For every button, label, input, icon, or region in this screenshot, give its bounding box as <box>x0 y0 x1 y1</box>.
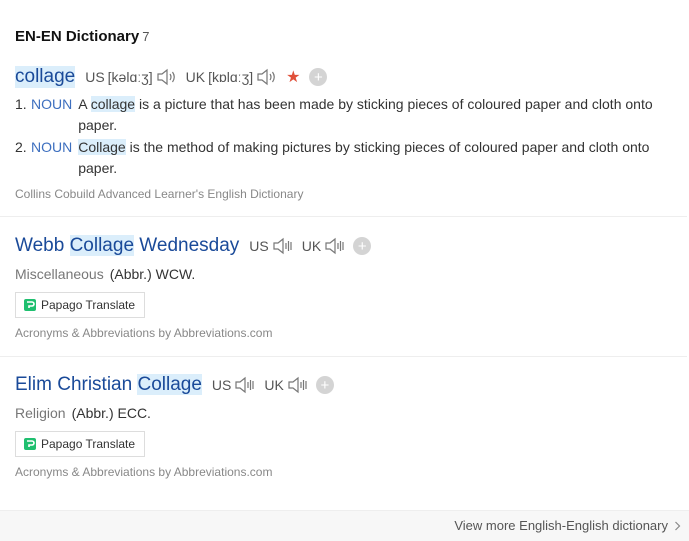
definition-highlight: collage <box>90 96 136 112</box>
speaker-icon[interactable] <box>287 376 307 394</box>
view-more-link[interactable]: View more English-English dictionary <box>454 518 681 533</box>
divider <box>0 216 687 217</box>
headword-link[interactable]: Webb Collage Wednesday <box>15 235 239 257</box>
definition-highlight: Collage <box>78 139 126 155</box>
us-label: US <box>211 377 232 393</box>
us-phonetic: [kəlɑːʒ] <box>107 69 153 85</box>
entry-webb-collage-wednesday: Webb Collage Wednesday US UK + Miscellan… <box>15 235 689 340</box>
speaker-icon[interactable] <box>256 68 276 86</box>
meaning-text: (Abbr.) ECC. <box>71 405 151 421</box>
star-icon[interactable]: ★ <box>286 67 300 87</box>
speaker-icon[interactable] <box>234 376 254 394</box>
papago-translate-button[interactable]: Papago Translate <box>15 292 146 318</box>
entry-collage: collage US [kəlɑːʒ] UK [kɒlɑːʒ] ★ + 1. N… <box>15 66 689 201</box>
definition-list: 1. NOUN A collage is a picture that has … <box>15 94 689 179</box>
dictionary-source: Collins Cobuild Advanced Learner's Engli… <box>15 187 304 201</box>
section-title-text: EN-EN Dictionary <box>15 28 140 45</box>
speaker-icon[interactable] <box>324 237 344 255</box>
us-pronunciation: US <box>212 376 254 394</box>
divider <box>0 356 687 357</box>
uk-pronunciation: UK <box>264 376 307 394</box>
speaker-icon[interactable] <box>156 68 176 86</box>
plus-icon[interactable]: + <box>353 237 372 255</box>
papago-logo-icon <box>24 438 36 450</box>
definition-item: 1. NOUN A collage is a picture that has … <box>15 94 689 136</box>
footer-bar: View more English-English dictionary <box>0 510 689 541</box>
uk-pronunciation: UK <box>302 237 344 255</box>
definition-pre: A <box>78 96 91 112</box>
entry-meaning: Religion (Abbr.) ECC. <box>15 405 689 421</box>
speaker-icon[interactable] <box>272 237 292 255</box>
us-label: US <box>249 238 269 254</box>
entry-meaning: Miscellaneous (Abbr.) WCW. <box>15 266 689 282</box>
definition-number: 1. <box>15 96 27 112</box>
category-tag: Miscellaneous <box>15 266 104 282</box>
plus-icon[interactable]: + <box>309 68 328 86</box>
definition-text: A collage is a picture that has been mad… <box>78 94 659 136</box>
papago-label: Papago Translate <box>41 437 136 451</box>
category-tag: Religion <box>15 405 66 421</box>
headword-highlight: Collage <box>137 374 202 395</box>
dictionary-source: Acronyms & Abbreviations by Abbreviation… <box>15 465 273 479</box>
uk-label: UK <box>264 377 284 393</box>
entry-elim-christian-collage: Elim Christian Collage US UK + Religion (… <box>15 374 689 479</box>
plus-icon[interactable]: + <box>315 376 334 394</box>
us-pronunciation: US [kəlɑːʒ] <box>85 68 175 86</box>
headword-highlight: Collage <box>69 235 135 256</box>
uk-pronunciation: UK [kɒlɑːʒ] <box>186 68 276 86</box>
papago-label: Papago Translate <box>41 298 136 312</box>
us-pronunciation: US <box>249 237 292 255</box>
view-more-label: View more English-English dictionary <box>454 518 668 533</box>
us-label: US <box>85 69 105 85</box>
headword-pre: Elim Christian <box>15 374 138 395</box>
chevron-right-icon <box>675 521 681 530</box>
headword-link[interactable]: Elim Christian Collage <box>15 374 202 396</box>
uk-phonetic: [kɒlɑːʒ] <box>208 69 254 85</box>
headword-post: Wednesday <box>134 235 240 256</box>
definition-post: is a picture that has been made by stick… <box>78 96 653 133</box>
meaning-text: (Abbr.) WCW. <box>109 266 196 282</box>
papago-translate-button[interactable]: Papago Translate <box>15 431 146 457</box>
papago-logo-icon <box>24 299 36 311</box>
headword-link[interactable]: collage <box>15 66 76 88</box>
uk-label: UK <box>185 69 206 85</box>
part-of-speech: NOUN <box>31 139 73 155</box>
uk-label: UK <box>301 238 322 254</box>
result-count: 7 <box>142 29 150 44</box>
part-of-speech: NOUN <box>31 96 73 112</box>
definition-text: Collage is the method of making pictures… <box>78 137 659 179</box>
definition-number: 2. <box>15 139 27 155</box>
definition-item: 2. NOUN Collage is the method of making … <box>15 137 689 179</box>
section-title: EN-EN Dictionary 7 <box>15 28 149 45</box>
definition-post: is the method of making pictures by stic… <box>78 139 650 176</box>
headword-pre: Webb <box>15 235 70 256</box>
dictionary-source: Acronyms & Abbreviations by Abbreviation… <box>15 326 273 340</box>
